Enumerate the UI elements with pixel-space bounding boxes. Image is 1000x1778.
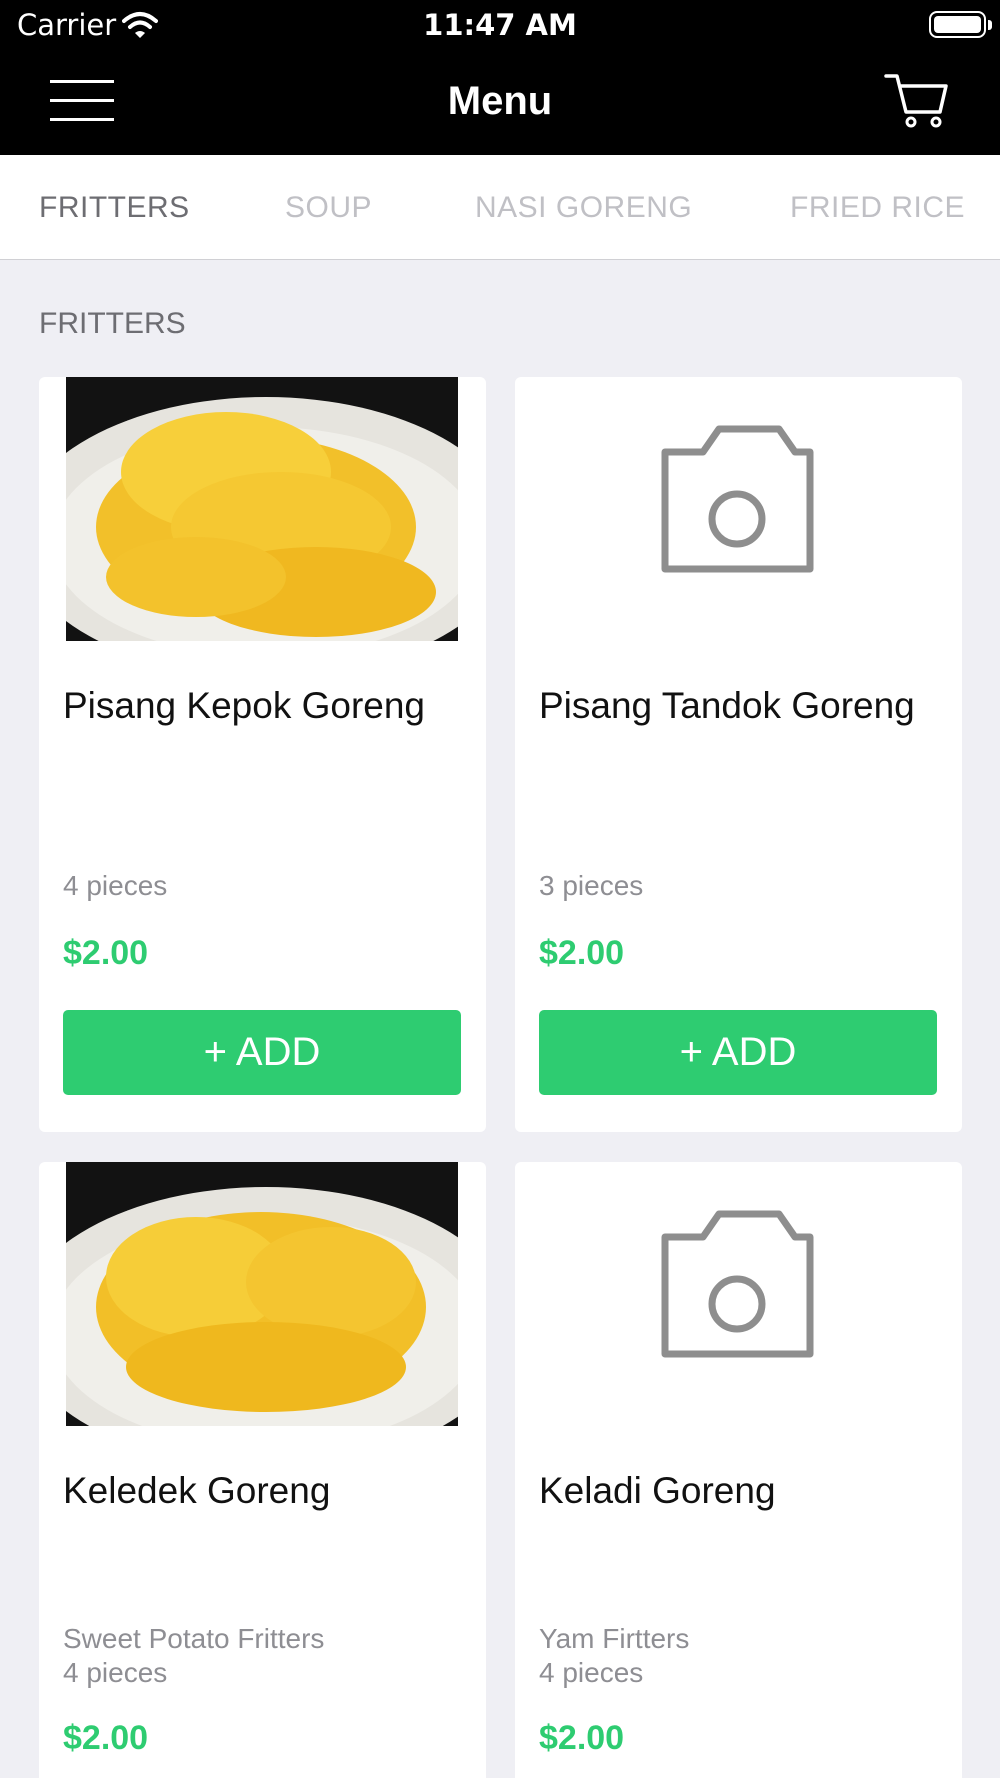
tab-soup[interactable]: SOUP: [285, 191, 372, 225]
product-name: Pisang Tandok Goreng: [539, 685, 915, 726]
product-card[interactable]: Pisang Kepok Goreng 4 pieces $2.00 + ADD: [39, 377, 486, 1132]
product-card[interactable]: Keledek Goreng Sweet Potato Fritters 4 p…: [39, 1162, 486, 1778]
product-price: $2.00: [63, 934, 149, 972]
product-description: 3 pieces: [539, 870, 644, 901]
add-button[interactable]: + ADD: [539, 1010, 937, 1095]
page-title: Menu: [447, 79, 553, 123]
top-bar: Carrier 11:47 AM Menu: [0, 0, 1000, 155]
product-description: Yam Firtters: [539, 1623, 690, 1654]
product-description: 4 pieces: [63, 1657, 168, 1688]
category-tabs: FRITTERS SOUP NASI GORENG FRIED RICE: [0, 155, 1000, 260]
section-title: FRITTERS: [39, 307, 186, 340]
product-image: [66, 377, 458, 641]
product-name: Keladi Goreng: [539, 1470, 776, 1511]
product-description: 4 pieces: [539, 1657, 644, 1688]
tab-fried-rice[interactable]: FRIED RICE: [790, 191, 965, 225]
product-price: $2.00: [539, 934, 625, 972]
camera-icon: [661, 425, 814, 573]
product-card[interactable]: Keladi Goreng Yam Firtters 4 pieces $2.0…: [515, 1162, 962, 1778]
product-name: Keledek Goreng: [63, 1470, 331, 1511]
product-image: [66, 1162, 458, 1426]
product-price: $2.00: [63, 1719, 149, 1757]
product-description: Sweet Potato Fritters: [63, 1623, 325, 1654]
status-time: 11:47 AM: [423, 8, 577, 42]
tab-nasi-goreng[interactable]: NASI GORENG: [475, 191, 692, 225]
add-button[interactable]: + ADD: [63, 1010, 461, 1095]
tab-fritters[interactable]: FRITTERS: [39, 191, 190, 225]
cart-icon[interactable]: [884, 72, 950, 130]
product-card[interactable]: Pisang Tandok Goreng 3 pieces $2.00 + AD…: [515, 377, 962, 1132]
product-price: $2.00: [539, 1719, 625, 1757]
camera-icon: [661, 1210, 814, 1358]
battery-icon: [929, 11, 992, 38]
product-name: Pisang Kepok Goreng: [63, 685, 426, 726]
product-description: 4 pieces: [63, 870, 168, 901]
